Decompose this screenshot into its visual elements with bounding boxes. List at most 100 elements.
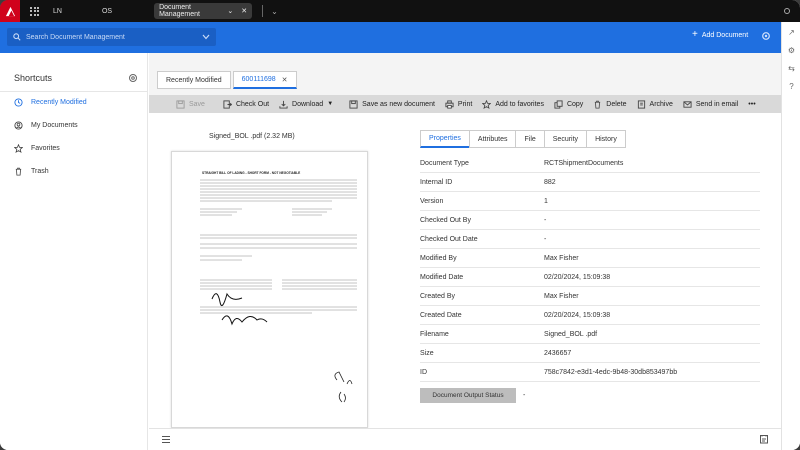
check-out-label: Check Out [235,100,270,108]
caret-down-icon[interactable]: ▼ [327,101,333,107]
share-icon[interactable]: ⇆ [787,64,796,73]
save-icon [176,99,185,109]
tab-security[interactable]: Security [543,130,588,148]
archive-icon [637,99,645,109]
clock-icon [14,98,23,107]
gear-icon[interactable] [761,31,771,41]
properties-tabs: Properties Attributes File Security Hist… [420,130,626,148]
app-launcher-icon[interactable] [30,6,39,16]
more-icon: ••• [748,100,756,108]
archive-button[interactable]: Archive [637,99,673,109]
menu-icon[interactable] [161,435,171,444]
property-row: Created Date 02/20/2024, 15:09:38 [420,306,760,325]
star-icon [14,144,23,153]
topbar-os-label[interactable]: OS [102,8,112,15]
close-icon[interactable]: ✕ [282,76,288,84]
copy-button[interactable]: Copy [554,99,583,109]
add-to-favorites-label: Add to favorites [495,100,544,108]
sidebar-item-label: My Documents [31,122,78,129]
close-icon[interactable]: ✕ [241,7,247,15]
document-content: Signed_BOL .pdf (2.32 MB) STRAIGHT BILL … [149,113,781,428]
property-value: 02/20/2024, 15:09:38 [544,273,611,281]
property-key: Created By [420,292,456,300]
tools-icon[interactable]: ⚙ [787,46,796,55]
tab-recently-modified[interactable]: Recently Modified [157,71,231,89]
property-row: Created By Max Fisher [420,287,760,306]
print-button[interactable]: Print [445,99,472,109]
star-icon [482,99,492,109]
add-document-button[interactable]: + Add Document [692,29,748,40]
sidebar-item-trash[interactable]: Trash [14,167,49,176]
tab-file[interactable]: File [515,130,545,148]
document-output-status-value: - [523,392,526,399]
document-preview[interactable]: STRAIGHT BILL OF LADING - SHORT FORM - N… [171,151,368,428]
property-key: Internal ID [420,178,453,186]
property-value: RCTShipmentDocuments [544,159,624,167]
download-button[interactable]: Download ▼ [279,100,333,109]
app-logo[interactable] [0,0,20,22]
main-area: Recently Modified 600111698 ✕ Save Check… [149,53,781,450]
property-value: 1 [544,197,548,205]
gear-icon[interactable] [128,73,138,83]
chevron-down-icon[interactable]: ⌄ [227,7,233,15]
sidebar-item-my-documents[interactable]: My Documents [14,121,78,130]
chevron-down-icon[interactable]: ⌄ [271,7,278,16]
app-tab-document-management[interactable]: Document Management ⌄ ✕ [154,3,253,19]
trash-icon [595,100,601,109]
more-actions-button[interactable]: ••• [748,101,755,108]
help-icon[interactable]: ? [787,82,796,91]
download-icon [279,100,288,109]
save-as-new-label: Save as new document [362,100,435,108]
property-value: Max Fisher [544,292,579,300]
document-toolbar: Save Check Out Download ▼ Save as new do… [149,95,781,113]
property-row: Checked Out Date - [420,230,760,249]
property-value: 882 [544,178,556,186]
sidebar-item-favorites[interactable]: Favorites [14,144,60,153]
tab-label: 600111698 [241,76,276,83]
search-box[interactable]: Search Document Management [7,28,216,46]
tab-label: Recently Modified [166,76,222,84]
property-key: Document Type [420,159,469,167]
sidebar-item-label: Trash [31,168,49,175]
chevron-down-icon[interactable] [202,34,210,40]
bottom-bar [149,428,781,450]
mail-icon [683,100,692,108]
app-window: LN OS Document Management ⌄ ✕ ⌄ Search D… [0,0,800,450]
save-as-icon [349,99,358,109]
tab-attributes[interactable]: Attributes [468,130,517,148]
sidebar-item-recently-modified[interactable]: Recently Modified [14,98,87,107]
property-key: Checked Out Date [420,235,478,243]
property-key: ID [420,368,427,376]
preview-file-label: Signed_BOL .pdf (2.32 MB) [209,133,295,140]
property-value: - [544,216,547,224]
sidebar-item-label: Recently Modified [31,99,87,106]
add-to-favorites-button[interactable]: Add to favorites [482,99,544,109]
save-button[interactable]: Save [176,99,205,109]
expand-icon[interactable]: ↗ [787,28,796,37]
property-key: Checked Out By [420,216,471,224]
notes-icon[interactable] [759,434,769,444]
window-control-icon[interactable] [784,8,790,14]
property-key: Version [420,197,444,205]
user-icon [14,121,23,130]
delete-button[interactable]: Delete [593,100,627,109]
plus-icon: + [692,29,698,40]
archive-label: Archive [649,100,673,108]
tab-properties[interactable]: Properties [420,130,470,148]
check-out-button[interactable]: Check Out [223,99,270,109]
send-in-email-button[interactable]: Send in email [683,100,738,109]
property-row: Size 2436657 [420,344,760,363]
check-out-icon [223,99,232,109]
property-key: Modified By [420,254,457,262]
property-key: Filename [420,330,449,338]
property-value: 758c7842-e3d1-4edc-9b48-30db853497bb [544,368,678,376]
topbar-ln-label[interactable]: LN [53,8,62,15]
save-as-new-document-button[interactable]: Save as new document [349,99,435,109]
delete-label: Delete [606,100,627,108]
search-input[interactable]: Search Document Management [26,34,197,41]
document-tabs: Recently Modified 600111698 ✕ [157,71,297,89]
print-icon [445,99,454,109]
tab-history[interactable]: History [586,130,626,148]
tab-document-600111698[interactable]: 600111698 ✕ [232,71,297,89]
document-output-status-button[interactable]: Document Output Status [420,388,516,403]
